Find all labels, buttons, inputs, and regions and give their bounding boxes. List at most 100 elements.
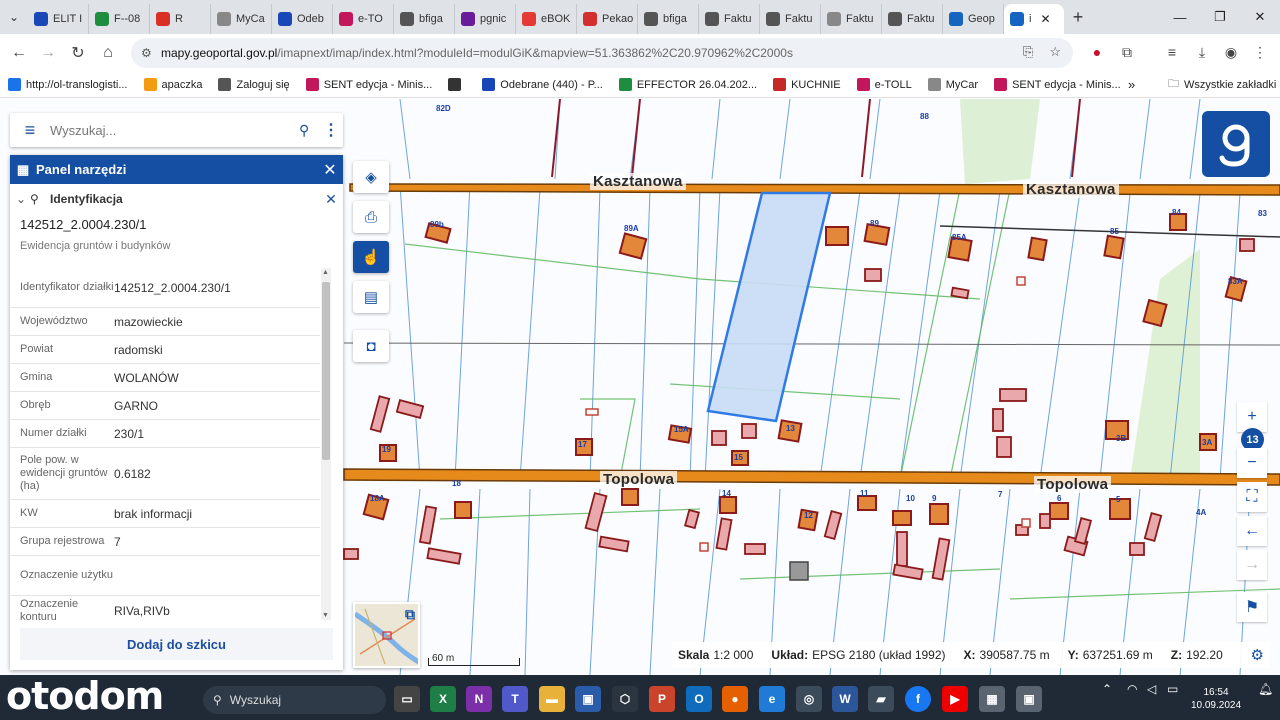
scroll-down-icon[interactable]: ▼ — [322, 612, 329, 619]
reload-icon[interactable]: ↻ — [63, 38, 93, 68]
bookmark-item[interactable]: MyCar — [920, 78, 986, 91]
browser-tab[interactable]: R — [150, 4, 211, 34]
bookmark-item[interactable]: http://ol-translogisti... — [0, 78, 136, 91]
map-search-input[interactable]: Wyszukaj... — [50, 123, 299, 138]
fullscreen-button[interactable]: ⛶ — [1237, 482, 1267, 512]
profile-avatar-icon[interactable]: ◉ — [1217, 38, 1245, 66]
site-info-icon[interactable]: ⚙ — [141, 46, 152, 60]
tray-chevron-icon[interactable]: ⌃ — [1102, 682, 1112, 696]
app-icon-1[interactable]: ▰ — [868, 686, 894, 712]
pinterest-extension-icon[interactable]: ● — [1083, 38, 1111, 66]
taskbar-search[interactable]: ⚲ Wyszukaj — [203, 686, 386, 714]
more-bookmarks-icon[interactable]: » — [1128, 77, 1135, 92]
bookmark-star-icon[interactable]: ☆ — [1049, 44, 1061, 60]
notification-bell-icon[interactable]: 🔔︎ — [1258, 682, 1273, 696]
extensions-icon[interactable]: ⧉ — [1113, 38, 1141, 66]
facebook-icon[interactable]: f — [905, 686, 931, 712]
settings-app-icon[interactable]: ⬡ — [612, 686, 638, 712]
bookmark-item[interactable]: KUCHNIE — [765, 78, 849, 91]
address-bar[interactable]: ⚙ mapy.geoportal.gov.pl/imapnext/imap/in… — [131, 38, 1073, 68]
bookmark-item[interactable]: SENT edycja - Minis... — [298, 78, 441, 91]
new-tab-button[interactable]: + — [1064, 7, 1092, 28]
basemap-switch-button[interactable]: ⚑ — [1237, 592, 1267, 622]
minimize-icon[interactable]: — — [1160, 0, 1200, 34]
selected-parcel[interactable] — [706, 191, 832, 423]
word-icon[interactable]: W — [832, 686, 858, 712]
close-tab-icon[interactable]: ✕ — [1040, 12, 1050, 26]
browser-tab[interactable]: Faktu — [882, 4, 943, 34]
teams-icon[interactable]: T — [502, 686, 528, 712]
browser-tab[interactable]: Faktu — [760, 4, 821, 34]
tab-search-chevron-icon[interactable]: ⌄ — [0, 0, 28, 34]
tab-groups-icon[interactable]: ≡ — [1158, 38, 1186, 66]
outlook-icon[interactable]: O — [686, 686, 712, 712]
youtube-icon[interactable]: ▶ — [942, 686, 968, 712]
close-window-icon[interactable]: ✕ — [1240, 0, 1280, 34]
bookmark-item[interactable]: Zaloguj się — [210, 78, 297, 91]
browser-tab[interactable]: MyCa — [211, 4, 272, 34]
geoportal-logo[interactable] — [1202, 111, 1270, 177]
screenshot-button[interactable]: ◘ — [353, 330, 389, 362]
bookmark-item[interactable]: Odebrane (440) - P... — [474, 78, 611, 91]
browser-tab[interactable]: pgnic — [455, 4, 516, 34]
bookmark-item[interactable]: SENT edycja - Minis... — [986, 78, 1129, 91]
app-icon-3[interactable]: ▣ — [1016, 686, 1042, 712]
browser-tab[interactable]: e-TO — [333, 4, 394, 34]
back-icon[interactable]: ← — [4, 38, 34, 68]
chevron-down-icon[interactable]: ⌄ — [16, 192, 30, 206]
onenote-icon[interactable]: N — [466, 686, 492, 712]
browser-tab[interactable]: Geop — [943, 4, 1004, 34]
scrollbar-thumb[interactable] — [322, 282, 330, 460]
system-clock[interactable]: 16:54 10.09.2024 — [1186, 686, 1246, 712]
browser-tab[interactable]: bfiga — [394, 4, 455, 34]
browser-tab[interactable]: i ✕ — [1004, 4, 1064, 34]
app-icon-2[interactable]: ▦ — [979, 686, 1005, 712]
store-icon[interactable]: ▣ — [575, 686, 601, 712]
forward-icon[interactable]: → — [33, 38, 63, 68]
browser-tab[interactable]: bfiga — [638, 4, 699, 34]
bookmark-item[interactable] — [440, 78, 474, 91]
close-identification-icon[interactable]: ✕ — [319, 191, 343, 208]
browser-tab[interactable]: F--08 — [89, 4, 150, 34]
previous-view-button[interactable]: ← — [1237, 516, 1267, 546]
edge-icon[interactable]: e — [759, 686, 785, 712]
browser-tab[interactable]: Faktu — [699, 4, 760, 34]
battery-icon[interactable]: ▭ — [1167, 682, 1178, 696]
maximize-icon[interactable]: ❐ — [1200, 0, 1240, 34]
add-to-sketch-button[interactable]: Dodaj do szkicu — [20, 628, 333, 660]
overview-minimap[interactable]: ⧉ — [353, 602, 420, 668]
close-panel-icon[interactable]: ✕ — [317, 160, 343, 180]
install-app-icon[interactable]: ⎘ — [1023, 44, 1033, 60]
identification-section-header[interactable]: ⌄ ⚲ Identyfikacja ✕ — [10, 184, 343, 214]
bookmark-item[interactable]: apaczka — [136, 78, 211, 91]
browser-menu-icon[interactable]: ⋮ — [1246, 38, 1274, 66]
print-button[interactable]: ⎙ — [353, 201, 389, 233]
task-view-icon[interactable]: ▭ — [394, 686, 420, 712]
wifi-icon[interactable]: ◠ — [1127, 682, 1137, 696]
layers-button[interactable]: ◈ — [353, 161, 389, 193]
zoom-out-button[interactable]: − — [1237, 448, 1267, 478]
more-options-icon[interactable]: ⋮ — [323, 120, 343, 140]
scroll-up-icon[interactable]: ▲ — [322, 269, 329, 276]
all-bookmarks-folder[interactable]: 🗀 Wszystkie zakładki — [1168, 75, 1276, 94]
settings-gear-icon[interactable]: ⚙ — [1251, 646, 1264, 664]
file-explorer-icon[interactable]: ▬ — [539, 686, 565, 712]
browser-tab[interactable]: Faktu — [821, 4, 882, 34]
excel-icon[interactable]: X — [430, 686, 456, 712]
firefox-icon[interactable]: ● — [722, 686, 748, 712]
powerpoint-icon[interactable]: P — [649, 686, 675, 712]
browser-tab[interactable]: ELIT I — [28, 4, 89, 34]
bookmark-item[interactable]: EFFECTOR 26.04.202... — [611, 78, 765, 91]
expand-minimap-icon[interactable]: ⧉ — [405, 606, 415, 623]
search-icon[interactable]: ⚲ — [299, 122, 323, 139]
next-view-button[interactable]: → — [1237, 550, 1267, 580]
hamburger-menu-icon[interactable]: ≡ — [10, 120, 50, 141]
clipboard-button[interactable]: ▤ — [353, 281, 389, 313]
chrome-icon[interactable]: ◎ — [796, 686, 822, 712]
volume-icon[interactable]: ◁ — [1147, 682, 1156, 696]
home-icon[interactable]: ⌂ — [93, 38, 123, 68]
download-icon[interactable]: ⤓ — [1188, 38, 1216, 66]
browser-tab[interactable]: Pekao — [577, 4, 638, 34]
identify-button[interactable]: ☝ — [353, 241, 389, 273]
bookmark-item[interactable]: e-TOLL — [849, 78, 920, 91]
